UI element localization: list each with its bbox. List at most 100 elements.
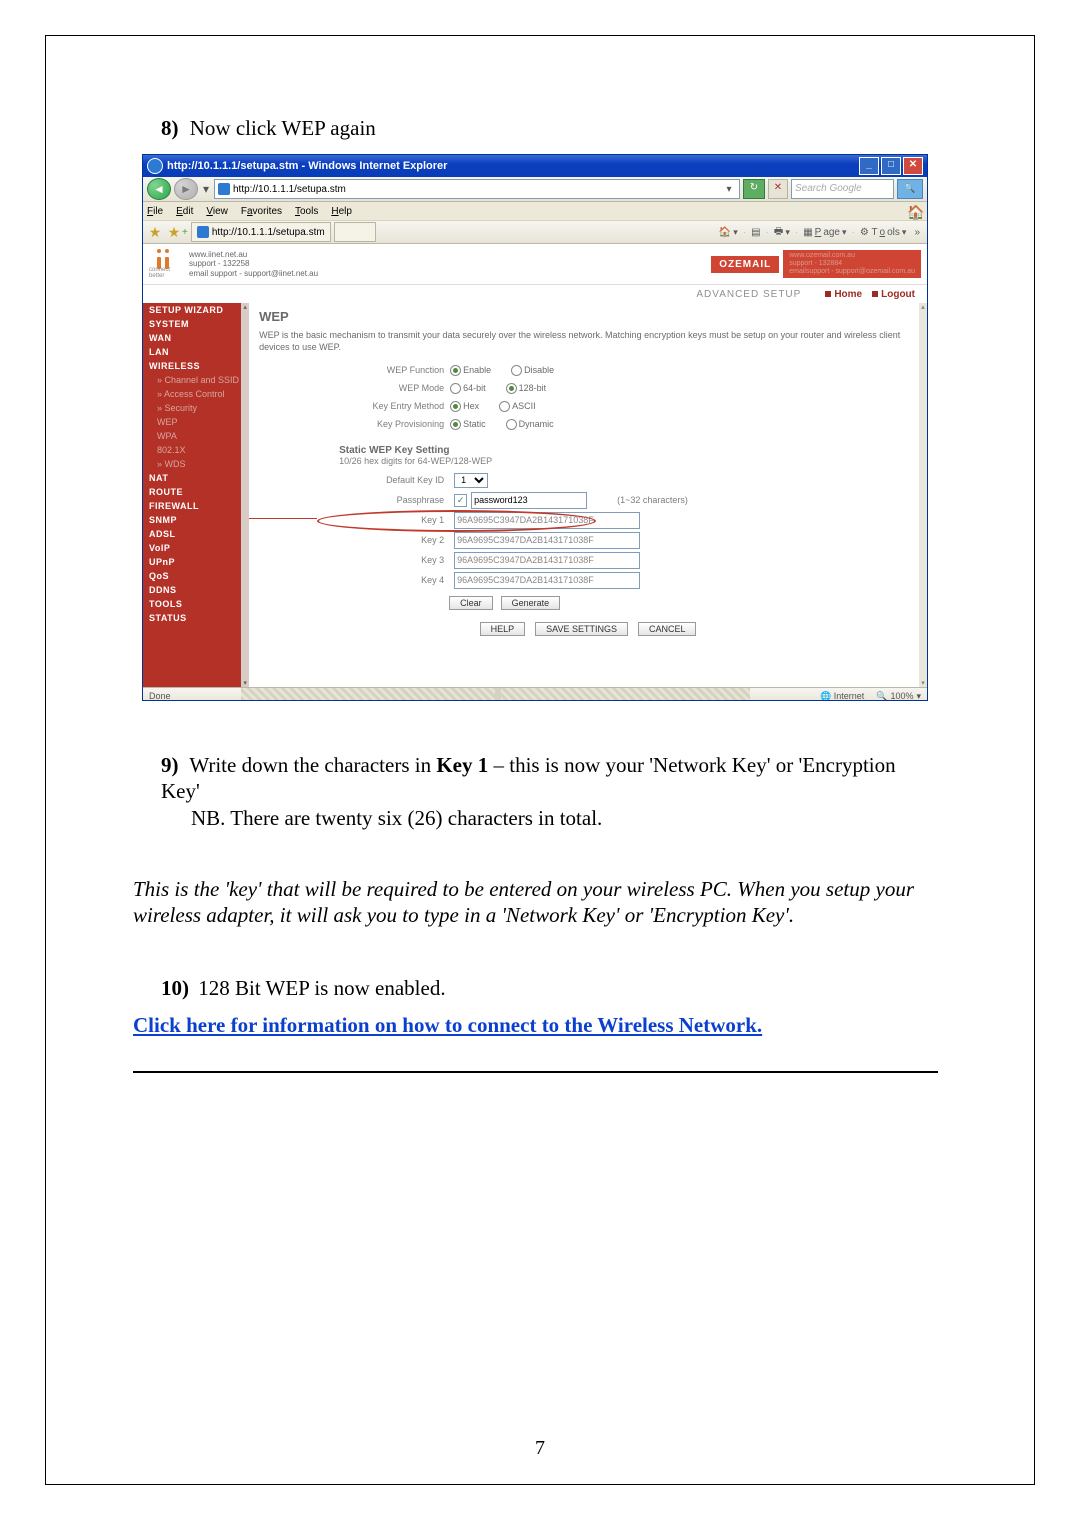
back-button[interactable]: ◄ [147,178,171,200]
sidebar-item-4[interactable]: WIRELESS [143,359,249,373]
menu-edit[interactable]: Edit [176,206,193,217]
browser-tab[interactable]: http://10.1.1.1/setupa.stm [191,222,331,242]
minimize-button[interactable]: _ [859,157,879,175]
add-icon: + [182,227,188,238]
tab-title: http://10.1.1.1/setupa.stm [212,227,325,238]
menu-bar: File Edit View Favorites Tools Help 🏠 [143,202,927,221]
address-dropdown-icon[interactable]: ▾ [722,184,736,195]
search-input[interactable]: Search Google [791,179,894,199]
default-key-id-select[interactable]: 1 [454,473,488,488]
connect-wireless-link[interactable]: Click here for information on how to con… [133,1013,762,1037]
add-favorite-icon[interactable]: ★ [166,224,182,240]
home-toolbar-icon[interactable]: 🏠▾ [716,227,741,238]
nav-dropdown[interactable]: ▾ [201,179,211,199]
wep_function-option-a[interactable]: Enable [450,365,491,376]
oze-url: www.ozemail.com.au [789,252,915,260]
close-button[interactable]: ✕ [903,157,923,175]
zoom-control[interactable]: 🔍 100% ▾ [876,691,921,702]
sidebar-item-12[interactable]: NAT [143,471,249,485]
feeds-icon[interactable]: ▤ [748,227,763,238]
option-row-wep_function: WEP FunctionEnableDisable [319,361,917,379]
oze-email: emailsupport - support@ozemail.com.au [789,268,915,276]
wep_mode-option-b[interactable]: 128-bit [506,383,547,394]
logout-link[interactable]: Logout [872,289,915,300]
home-icon-menu[interactable]: 🏠 [907,204,923,218]
key_prov-option-a[interactable]: Static [450,419,486,430]
sidebar-item-0[interactable]: SETUP WIZARD [143,303,249,317]
annotation-key1-oval [317,510,596,532]
menu-favorites[interactable]: Favorites [241,206,282,217]
step-9-pre: Write down the characters in [189,753,436,777]
menu-tools[interactable]: Tools [295,206,318,217]
status-zone: 🌐 Internet [820,691,864,702]
section-divider [133,1071,938,1073]
address-bar[interactable]: http://10.1.1.1/setupa.stm ▾ [214,179,740,199]
sidebar-item-6[interactable]: » Access Control [143,387,249,401]
sidebar-item-17[interactable]: VoIP [143,541,249,555]
content-scrollbar[interactable]: ▴▾ [919,303,927,687]
key3-label: Key 3 [319,555,450,565]
wep_function-option-b[interactable]: Disable [511,365,554,376]
page-description: WEP is the basic mechanism to transmit y… [259,330,917,353]
ie-window: http://10.1.1.1/setupa.stm - Windows Int… [142,154,928,701]
home-link[interactable]: Home [825,289,862,300]
key3-input[interactable] [454,552,640,569]
passphrase-input[interactable] [471,492,587,509]
cancel-button[interactable]: CANCEL [638,622,697,636]
radio-icon [499,401,510,412]
sidebar-item-18[interactable]: UPnP [143,555,249,569]
sidebar-item-1[interactable]: SYSTEM [143,317,249,331]
menu-view[interactable]: View [206,206,228,217]
menu-help[interactable]: Help [331,206,352,217]
tools-menu[interactable]: ⚙ Tools▾ [857,227,910,238]
status-bar-filler [241,688,750,701]
address-text: http://10.1.1.1/setupa.stm [233,184,719,195]
sidebar-item-7[interactable]: » Security [143,401,249,415]
sidebar-item-16[interactable]: ADSL [143,527,249,541]
step-10-number: 10) [161,976,189,1000]
key2-input[interactable] [454,532,640,549]
menu-file[interactable]: File [147,206,163,217]
sidebar-item-3[interactable]: LAN [143,345,249,359]
key4-input[interactable] [454,572,640,589]
sidebar-item-22[interactable]: STATUS [143,611,249,625]
passphrase-checkbox[interactable]: ✓ [454,494,467,507]
sidebar-scrollbar[interactable]: ▴▾ [241,303,249,687]
stop-button[interactable]: ✕ [768,179,788,199]
save-settings-button[interactable]: SAVE SETTINGS [535,622,628,636]
sidebar-item-11[interactable]: » WDS [143,457,249,471]
new-tab-button[interactable] [334,222,376,242]
sidebar-item-19[interactable]: QoS [143,569,249,583]
key_entry-option-b[interactable]: ASCII [499,401,536,412]
print-icon[interactable]: 🖶▾ [771,224,793,241]
sidebar-item-15[interactable]: SNMP [143,513,249,527]
sidebar-item-14[interactable]: FIREWALL [143,499,249,513]
key_prov-option-b[interactable]: Dynamic [506,419,554,430]
sidebar-item-5[interactable]: » Channel and SSID [143,373,249,387]
forward-button[interactable]: ► [174,178,198,200]
sidebar-item-20[interactable]: DDNS [143,583,249,597]
sidebar-item-13[interactable]: ROUTE [143,485,249,499]
static-wep-heading: Static WEP Key Setting [339,445,917,456]
step-9-number: 9) [161,753,179,777]
sidebar-item-8[interactable]: WEP [143,415,249,429]
generate-button[interactable]: Generate [501,596,561,610]
sidebar-item-9[interactable]: WPA [143,429,249,443]
tab-favicon-icon [197,226,209,238]
favorites-center-icon[interactable]: ★ [147,224,163,240]
maximize-button[interactable]: □ [881,157,901,175]
page-menu[interactable]: ▦ Page▾ [800,227,849,238]
step-9-bold: Key 1 [436,753,488,777]
help-button[interactable]: HELP [480,622,526,636]
key_entry-option-a[interactable]: Hex [450,401,479,412]
sidebar-item-10[interactable]: 802.1X [143,443,249,457]
toolbar-overflow-icon[interactable]: » [911,227,923,238]
sidebar-item-21[interactable]: TOOLS [143,597,249,611]
step-8: 8) Now click WEP again [161,116,376,141]
search-go-button[interactable]: 🔍 [897,179,923,199]
clear-button[interactable]: Clear [449,596,493,610]
router-breadcrumb: ADVANCED SETUP Home Logout [143,285,927,303]
wep_mode-option-a[interactable]: 64-bit [450,383,486,394]
refresh-button[interactable]: ↻ [743,179,765,199]
sidebar-item-2[interactable]: WAN [143,331,249,345]
